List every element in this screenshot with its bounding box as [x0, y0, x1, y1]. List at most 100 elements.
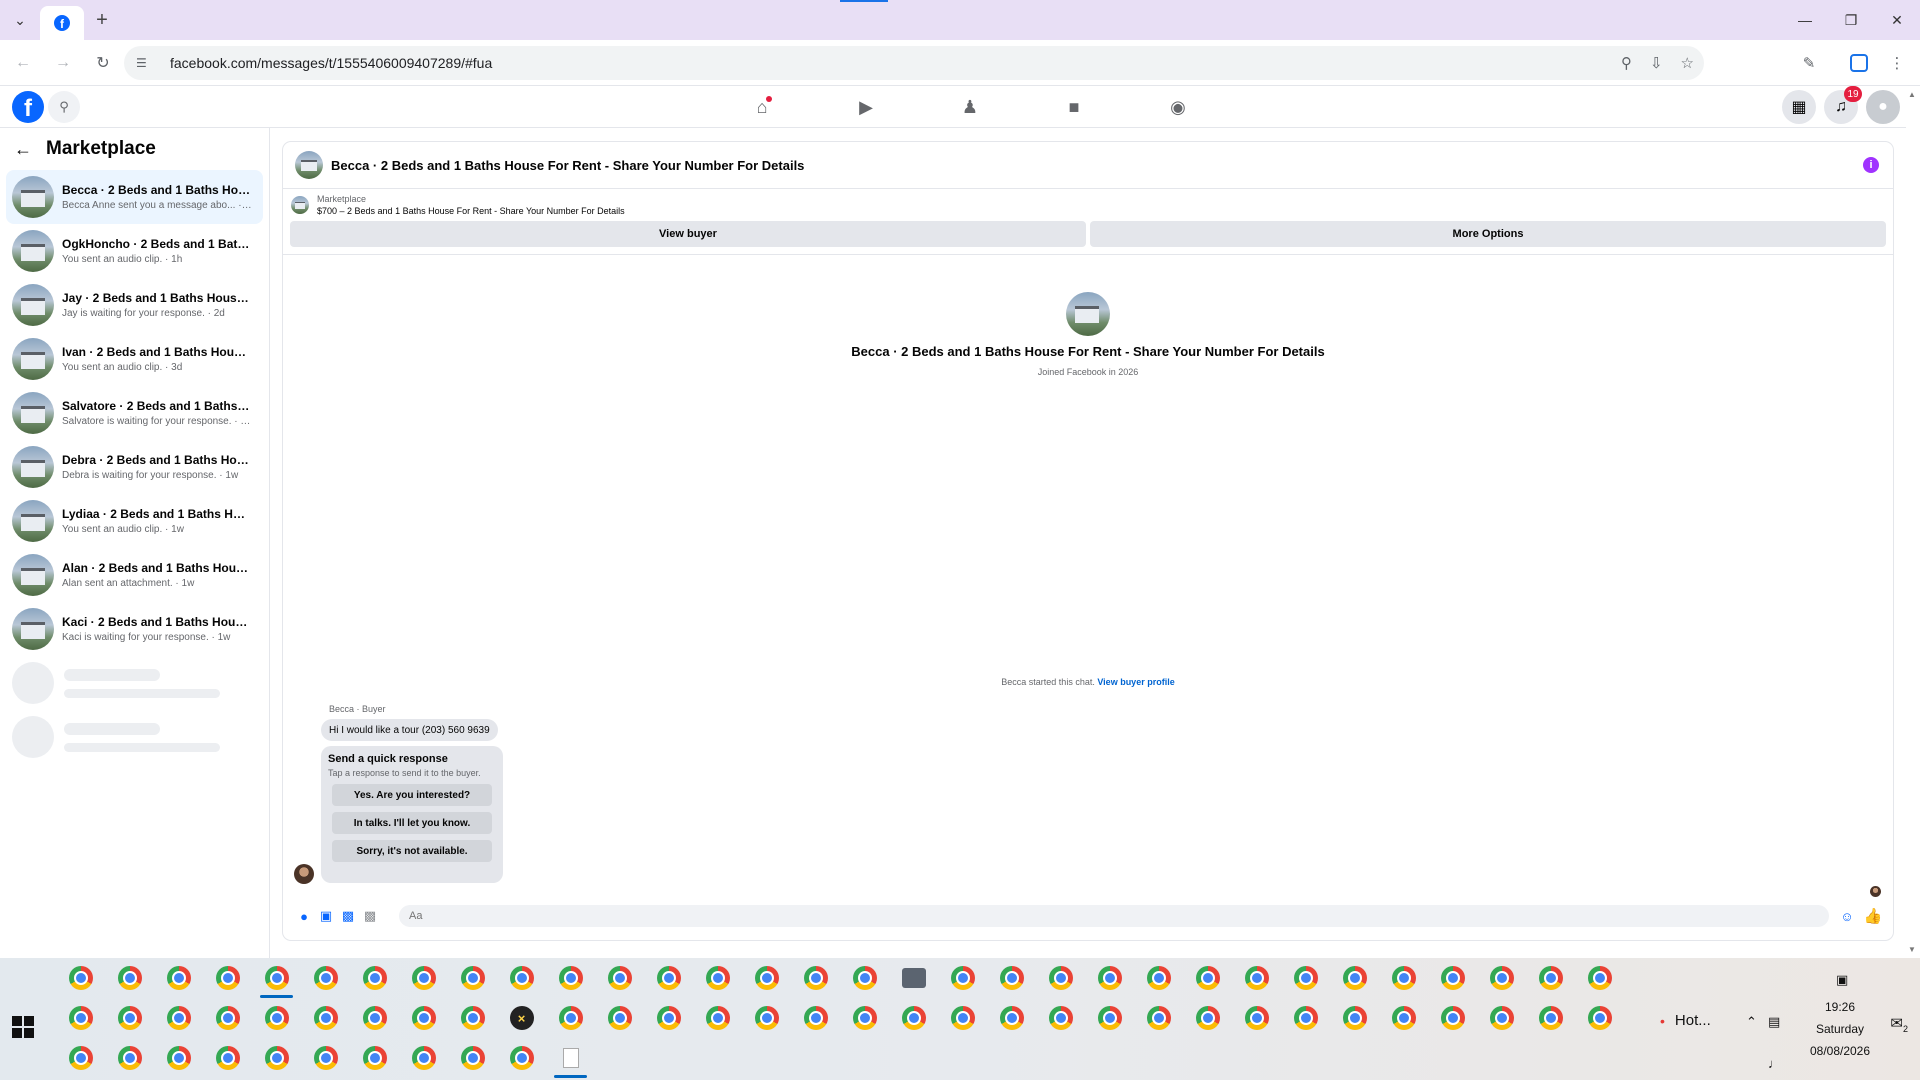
chrome-taskbar-button[interactable]: [105, 1038, 154, 1078]
chrome-taskbar-button[interactable]: [1428, 998, 1477, 1038]
browser-menu-icon[interactable]: ⋮: [1880, 46, 1914, 80]
reload-icon[interactable]: ↻: [86, 46, 120, 80]
chrome-taskbar-button[interactable]: [1085, 998, 1134, 1038]
page-scrollbar[interactable]: ▲ ▼: [1906, 86, 1920, 958]
chrome-taskbar-button[interactable]: [448, 998, 497, 1038]
photo-icon[interactable]: ▣: [315, 905, 337, 927]
chrome-taskbar-button[interactable]: [840, 958, 889, 998]
new-tab-button[interactable]: +: [84, 0, 120, 40]
back-icon[interactable]: ←: [6, 46, 40, 80]
chrome-taskbar-button[interactable]: [1477, 998, 1526, 1038]
volume-icon[interactable]: ♩: [1768, 1056, 1781, 1071]
restore-icon[interactable]: ❐: [1828, 0, 1874, 40]
profile-icon[interactable]: [1842, 46, 1876, 80]
chrome-taskbar-button[interactable]: [1085, 958, 1134, 998]
chrome-taskbar-button[interactable]: [742, 998, 791, 1038]
windows-start-icon[interactable]: [12, 1016, 34, 1038]
chrome-taskbar-button[interactable]: [399, 958, 448, 998]
chrome-taskbar-button[interactable]: [105, 958, 154, 998]
minimize-icon[interactable]: —: [1782, 0, 1828, 40]
chrome-taskbar-button[interactable]: [1036, 998, 1085, 1038]
conversation-item[interactable]: OgkHoncho · 2 Beds and 1 Baths H... You s…: [6, 224, 263, 278]
more-options-button[interactable]: More Options: [1090, 221, 1886, 247]
chrome-taskbar-button[interactable]: [350, 958, 399, 998]
chrome-taskbar-button[interactable]: [840, 998, 889, 1038]
tray-chevron-icon[interactable]: ⌃: [1746, 1014, 1757, 1030]
tab-search-chevron-icon[interactable]: ⌄: [0, 0, 40, 40]
message-input[interactable]: [399, 905, 1829, 927]
info-icon[interactable]: i: [1863, 157, 1879, 173]
conversation-item[interactable]: Kaci · 2 Beds and 1 Baths House Fo... Kac…: [6, 602, 263, 656]
account-avatar[interactable]: ●: [1866, 90, 1900, 124]
conversation-item[interactable]: Ivan · 2 Beds and 1 Baths House Fo... You…: [6, 332, 263, 386]
chrome-taskbar-button[interactable]: [154, 1038, 203, 1078]
view-buyer-button[interactable]: View buyer: [290, 221, 1086, 247]
conversation-item[interactable]: Salvatore · 2 Beds and 1 Baths Hou... Sal…: [6, 386, 263, 440]
search-icon[interactable]: ⚲: [48, 91, 80, 123]
chrome-taskbar-button[interactable]: [252, 998, 301, 1038]
chrome-taskbar-button[interactable]: [399, 998, 448, 1038]
microphone-icon[interactable]: ●: [293, 905, 315, 927]
chrome-taskbar-button[interactable]: [1281, 998, 1330, 1038]
conversation-item[interactable]: Becca · 2 Beds and 1 Baths House ... Becc…: [6, 170, 263, 224]
chrome-taskbar-button[interactable]: [595, 958, 644, 998]
chrome-taskbar-button[interactable]: [105, 998, 154, 1038]
scroll-up-icon[interactable]: ▲: [1908, 90, 1916, 99]
chrome-taskbar-button[interactable]: [644, 958, 693, 998]
forward-icon[interactable]: →: [46, 46, 80, 80]
monitor-icon[interactable]: ▣: [1836, 972, 1848, 988]
chrome-taskbar-button[interactable]: [1526, 958, 1575, 998]
conversation-item[interactable]: Debra · 2 Beds and 1 Baths House ... Debr…: [6, 440, 263, 494]
chrome-taskbar-button[interactable]: [1575, 998, 1624, 1038]
doc-taskbar-button[interactable]: [546, 1038, 595, 1078]
chrome-taskbar-button[interactable]: [1575, 958, 1624, 998]
quick-response-button[interactable]: Sorry, it's not available.: [332, 840, 492, 862]
chrome-taskbar-button[interactable]: [791, 998, 840, 1038]
menu-grid-icon[interactable]: ▦: [1782, 90, 1816, 124]
chrome-taskbar-button[interactable]: [742, 958, 791, 998]
chrome-taskbar-button[interactable]: [154, 958, 203, 998]
chrome-taskbar-button[interactable]: [56, 958, 105, 998]
chrome-taskbar-button[interactable]: [1232, 998, 1281, 1038]
ptr-taskbar-button[interactable]: [889, 958, 938, 998]
message-bubble[interactable]: Hi I would like a tour (203) 560 9639: [321, 719, 498, 741]
chrome-taskbar-button[interactable]: [1183, 998, 1232, 1038]
groups-icon[interactable]: ◉: [1126, 86, 1230, 128]
chrome-taskbar-button[interactable]: [1134, 958, 1183, 998]
chrome-taskbar-button[interactable]: [987, 998, 1036, 1038]
extensions-icon[interactable]: ✎: [1792, 46, 1826, 80]
chrome-taskbar-button[interactable]: [987, 958, 1036, 998]
chrome-taskbar-button[interactable]: [938, 998, 987, 1038]
chrome-taskbar-button[interactable]: [595, 998, 644, 1038]
chrome-taskbar-button[interactable]: [399, 1038, 448, 1078]
quick-response-button[interactable]: Yes. Are you interested?: [332, 784, 492, 806]
chrome-taskbar-button[interactable]: [693, 958, 742, 998]
marketplace-icon[interactable]: ■: [1022, 86, 1126, 128]
quick-response-button[interactable]: In talks. I'll let you know.: [332, 812, 492, 834]
chrome-taskbar-button[interactable]: [1379, 958, 1428, 998]
url-text[interactable]: facebook.com/messages/t/1555406009407289…: [170, 55, 492, 71]
home-icon[interactable]: ⌂: [710, 86, 814, 128]
chrome-taskbar-button[interactable]: [1379, 998, 1428, 1038]
chrome-taskbar-button[interactable]: [56, 998, 105, 1038]
weather-widget[interactable]: • Hot...: [1660, 1012, 1711, 1029]
chrome-taskbar-button[interactable]: [252, 1038, 301, 1078]
facebook-logo[interactable]: f: [12, 91, 44, 123]
video-icon[interactable]: ▶: [814, 86, 918, 128]
chrome-taskbar-button[interactable]: [1232, 958, 1281, 998]
chrome-taskbar-button[interactable]: [203, 998, 252, 1038]
close-icon[interactable]: ✕: [1874, 0, 1920, 40]
network-icon[interactable]: ▤: [1768, 1014, 1780, 1030]
chrome-taskbar-button[interactable]: [1526, 998, 1575, 1038]
clock[interactable]: 19:26 Saturday 08/08/2026: [1790, 996, 1890, 1062]
chrome-taskbar-button[interactable]: [350, 1038, 399, 1078]
conversation-item[interactable]: Alan · 2 Beds and 1 Baths House F... Alan…: [6, 548, 263, 602]
zoom-icon[interactable]: ⚲: [1621, 54, 1632, 72]
gif-icon[interactable]: ▩: [359, 905, 381, 927]
chrome-taskbar-button[interactable]: [1183, 958, 1232, 998]
emoji-icon[interactable]: ☺: [1837, 906, 1857, 926]
thumbs-up-icon[interactable]: 👍: [1863, 906, 1883, 926]
notification-center-icon[interactable]: ✉2: [1890, 1014, 1908, 1034]
chrome-taskbar-button[interactable]: [448, 1038, 497, 1078]
chrome-taskbar-button[interactable]: [1036, 958, 1085, 998]
